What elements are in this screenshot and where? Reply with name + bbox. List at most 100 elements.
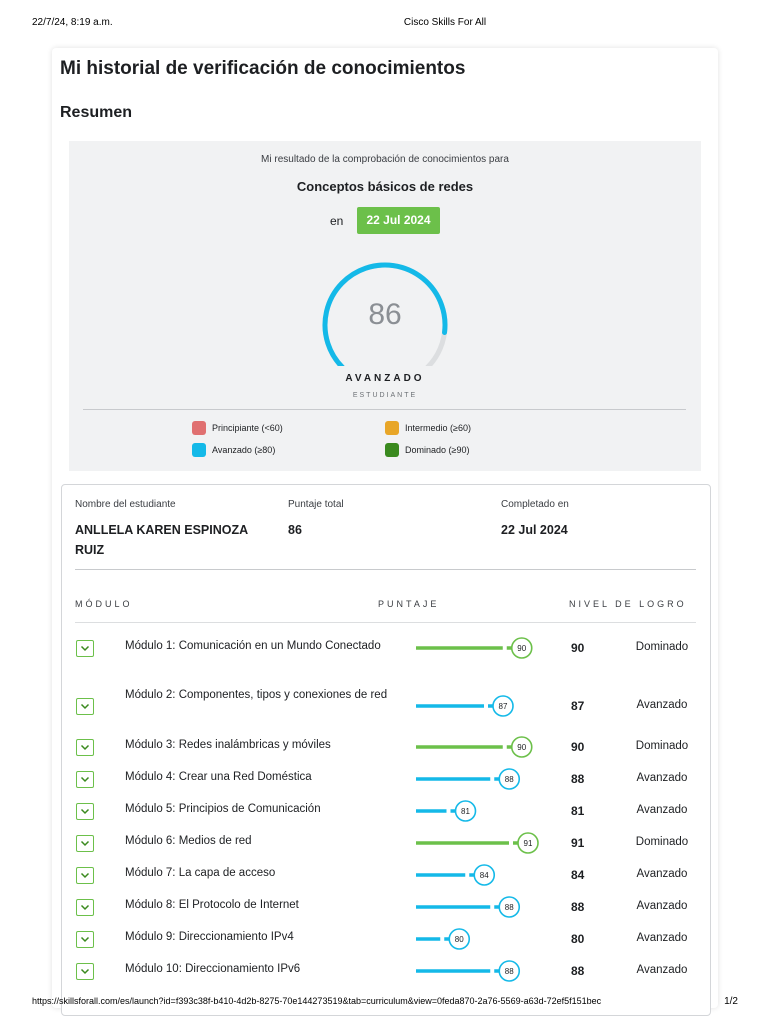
- legend-swatch-principiante: [192, 421, 206, 435]
- module-name: Módulo 4: Crear una Red Doméstica: [125, 771, 312, 783]
- date-badge: 22 Jul 2024: [357, 207, 440, 234]
- total-score: 86: [288, 523, 302, 537]
- score-knob-label: 90: [517, 644, 526, 653]
- score-bar: 84: [416, 864, 496, 886]
- on-label: en: [330, 214, 344, 228]
- role-label: ESTUDIANTE: [352, 392, 418, 399]
- student-name: ANLLELA KAREN ESPINOZA RUIZ: [75, 523, 248, 557]
- expand-toggle[interactable]: [76, 835, 94, 852]
- module-score: 91: [571, 836, 585, 850]
- print-footer: https://skillsforall.com/es/launch?id=f3…: [0, 996, 768, 1010]
- result-intro: Mi resultado de la comprobación de conoc…: [261, 154, 509, 165]
- score-bar: 80: [416, 928, 471, 950]
- module-level: Avanzado: [636, 964, 688, 976]
- score-knob-label: 88: [505, 903, 514, 912]
- module-score: 84: [571, 868, 585, 882]
- score-bar: 88: [416, 960, 521, 982]
- details-divider: [75, 569, 696, 570]
- module-score: 90: [571, 740, 585, 754]
- chevron-down-icon: [80, 645, 90, 652]
- score-bar: 88: [416, 896, 521, 918]
- module-name: Módulo 3: Redes inalámbricas y móviles: [125, 739, 331, 751]
- page-title: Mi historial de verificación de conocimi…: [60, 58, 466, 79]
- module-level: Dominado: [635, 641, 689, 653]
- column-module: MÓDULO: [75, 599, 133, 609]
- score-knob-label: 91: [524, 839, 533, 848]
- student-name-label: Nombre del estudiante: [75, 499, 176, 510]
- module-name: Módulo 9: Direccionamiento IPv4: [125, 931, 294, 943]
- score-bar: 87: [416, 695, 514, 717]
- print-header: 22/7/24, 8:19 a.m. Cisco Skills For All: [0, 17, 768, 31]
- module-level: Avanzado: [636, 900, 688, 912]
- chevron-down-icon: [80, 904, 90, 911]
- score-knob-label: 87: [499, 702, 508, 711]
- expand-toggle[interactable]: [76, 931, 94, 948]
- module-name: Módulo 1: Comunicación en un Mundo Conec…: [125, 640, 381, 652]
- expand-toggle[interactable]: [76, 640, 94, 657]
- legend-label-intermedio: Intermedio (≥60): [405, 423, 471, 433]
- score-knob-label: 90: [517, 743, 526, 752]
- summary-heading: Resumen: [60, 104, 133, 121]
- module-score: 80: [571, 932, 585, 946]
- chevron-down-icon: [80, 936, 90, 943]
- print-site-title: Cisco Skills For All: [403, 17, 487, 28]
- score-knob-label: 84: [480, 871, 489, 880]
- score-bar: 81: [416, 800, 477, 822]
- chevron-down-icon: [80, 872, 90, 879]
- module-score: 88: [571, 772, 585, 786]
- expand-toggle[interactable]: [76, 698, 94, 715]
- chevron-down-icon: [80, 808, 90, 815]
- result-summary: Mi resultado de la comprobación de conoc…: [69, 141, 701, 471]
- expand-toggle[interactable]: [76, 803, 94, 820]
- column-level: NIVEL DE LOGRO: [569, 599, 687, 609]
- score-knob-label: 88: [505, 775, 514, 784]
- score-knob-label: 81: [461, 807, 470, 816]
- chevron-down-icon: [80, 703, 90, 710]
- legend-swatch-avanzado: [192, 443, 206, 457]
- date-row: en 22 Jul 2024: [69, 207, 701, 235]
- header-divider: [75, 622, 696, 623]
- chevron-down-icon: [80, 968, 90, 975]
- score-bar: 90: [416, 637, 533, 659]
- module-level: Dominado: [635, 836, 689, 848]
- legend-swatch-dominado: [385, 443, 399, 457]
- expand-toggle[interactable]: [76, 771, 94, 788]
- module-name: Módulo 10: Direccionamiento IPv6: [125, 963, 301, 975]
- legend-divider: [83, 409, 686, 410]
- completed-label: Completado en: [501, 499, 569, 510]
- module-level: Avanzado: [636, 868, 688, 880]
- module-name: Módulo 8: El Protocolo de Internet: [125, 899, 299, 911]
- module-level: Avanzado: [636, 699, 688, 711]
- details-panel: Nombre del estudiante ANLLELA KAREN ESPI…: [61, 484, 711, 1016]
- module-level: Avanzado: [636, 772, 688, 784]
- legend-label-dominado: Dominado (≥90): [405, 445, 470, 455]
- score-knob-label: 88: [505, 967, 514, 976]
- expand-toggle[interactable]: [76, 963, 94, 980]
- module-score: 81: [571, 804, 585, 818]
- completed-date: 22 Jul 2024: [501, 523, 568, 537]
- score-bar: 88: [416, 768, 521, 790]
- module-score: 88: [571, 900, 585, 914]
- score-value: 86: [368, 298, 402, 331]
- legend-swatch-intermedio: [385, 421, 399, 435]
- course-name: Conceptos básicos de redes: [296, 179, 474, 194]
- legend-label-avanzado: Avanzado (≥80): [212, 445, 276, 455]
- module-name: Módulo 5: Principios de Comunicación: [125, 803, 321, 815]
- module-name: Módulo 6: Medios de red: [125, 835, 252, 847]
- expand-toggle[interactable]: [76, 739, 94, 756]
- score-bar: 91: [416, 832, 539, 854]
- module-name: Módulo 2: Componentes, tipos y conexione…: [125, 689, 388, 701]
- chevron-down-icon: [80, 744, 90, 751]
- module-level: Avanzado: [636, 804, 688, 816]
- score-bar: 90: [416, 736, 533, 758]
- column-score: PUNTAJE: [378, 599, 440, 609]
- module-score: 87: [571, 699, 585, 713]
- page-count: 1/2: [724, 996, 738, 1007]
- module-level: Avanzado: [636, 932, 688, 944]
- chevron-down-icon: [80, 776, 90, 783]
- module-name: Módulo 7: La capa de acceso: [125, 867, 276, 879]
- expand-toggle[interactable]: [76, 867, 94, 884]
- module-score: 90: [571, 641, 585, 655]
- module-score: 88: [571, 964, 585, 978]
- expand-toggle[interactable]: [76, 899, 94, 916]
